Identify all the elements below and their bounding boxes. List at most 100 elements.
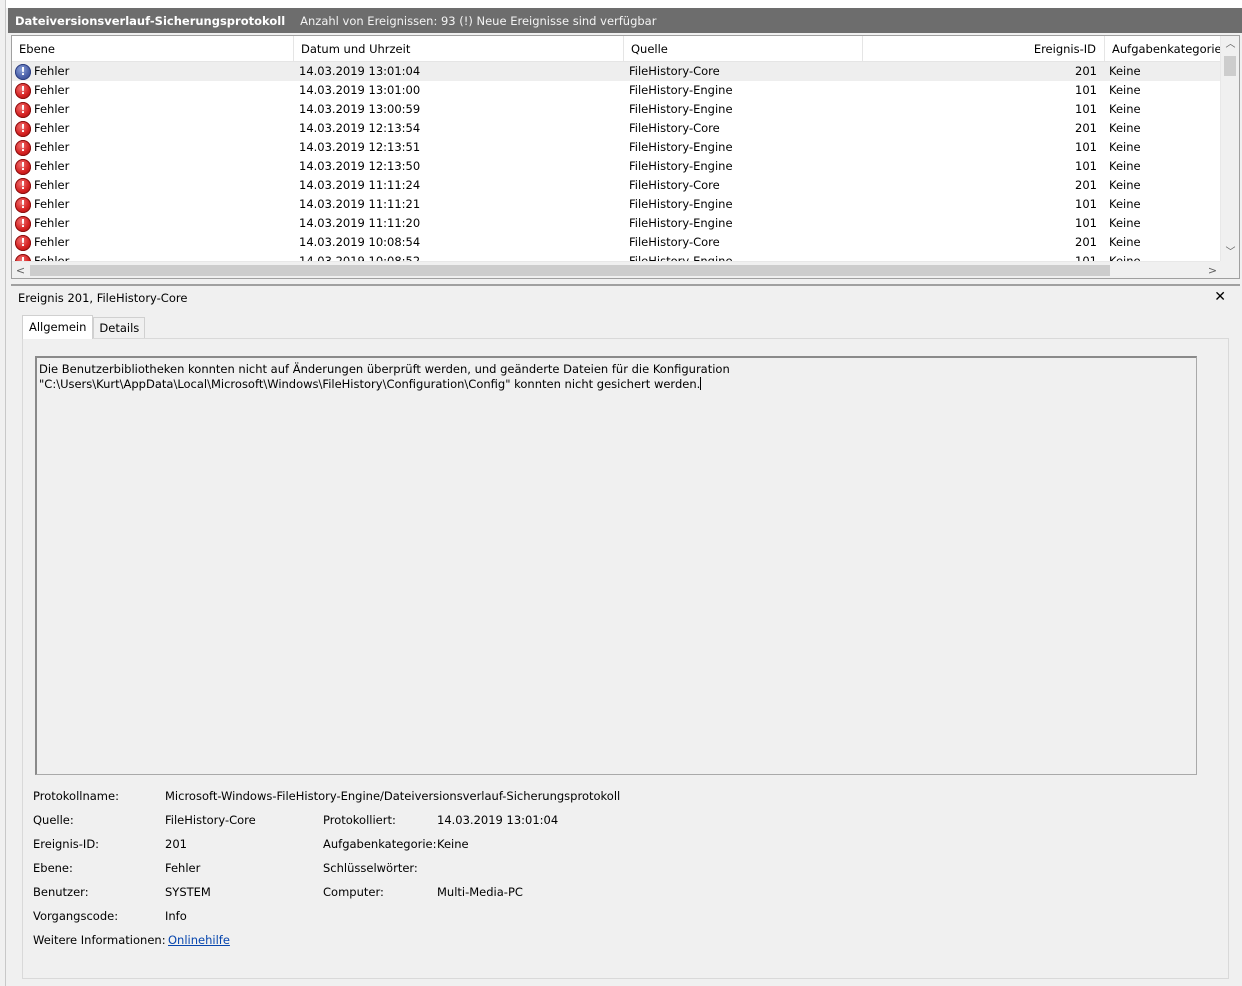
vorgangscode-label: Vorgangscode:	[33, 909, 119, 923]
cell-event-id: 101	[1075, 216, 1097, 230]
cell-source: FileHistory-Engine	[629, 102, 733, 116]
error-icon: !	[15, 196, 31, 213]
cell-category: Keine	[1109, 159, 1141, 173]
table-row[interactable]: ! Fehler 14.03.2019 11:11:24 FileHistory-Co…	[12, 176, 1221, 195]
cell-category: Keine	[1109, 216, 1141, 230]
level-text: Fehler	[34, 178, 70, 192]
cell-date: 14.03.2019 12:13:50	[299, 159, 421, 173]
cell-event-id: 101	[1075, 197, 1097, 211]
error-icon: !	[15, 101, 31, 118]
cell-date: 14.03.2019 10:08:54	[299, 235, 421, 249]
column-header-level[interactable]: Ebene	[12, 36, 294, 62]
scroll-down-icon[interactable]: ﹀	[1221, 244, 1239, 262]
cell-level: ! Fehler	[15, 157, 293, 176]
computer-value: Multi-Media-PC	[437, 885, 523, 899]
benutzer-label: Benutzer:	[33, 885, 89, 899]
cell-date: 14.03.2019 13:01:00	[299, 83, 421, 97]
level-text: Fehler	[34, 83, 70, 97]
ereignisid-label: Ereignis-ID:	[33, 837, 100, 851]
protokolliert-value: 14.03.2019 13:01:04	[437, 813, 559, 827]
horizontal-scrollbar[interactable]: < >	[12, 261, 1221, 278]
window-top-strip	[0, 0, 1242, 8]
table-row[interactable]: ! Fehler 14.03.2019 13:01:00 FileHistory-En…	[12, 81, 1221, 100]
cell-event-id: 201	[1075, 64, 1097, 78]
schluesselwoerter-label: Schlüsselwörter:	[323, 861, 418, 875]
detail-tabs: Allgemein Details	[22, 315, 146, 339]
cell-source: FileHistory-Engine	[629, 140, 733, 154]
error-icon: !	[15, 82, 31, 99]
scroll-up-icon[interactable]: ︿	[1221, 36, 1239, 54]
cell-date: 14.03.2019 13:01:04	[299, 64, 421, 78]
level-text: Fehler	[34, 216, 70, 230]
tab-details[interactable]: Details	[93, 317, 146, 339]
event-rows: ! Fehler 14.03.2019 13:01:04 FileHistory-Co…	[12, 62, 1221, 262]
cell-event-id: 101	[1075, 83, 1097, 97]
protokolliert-label: Protokolliert:	[323, 813, 396, 827]
cell-source: FileHistory-Core	[629, 121, 720, 135]
table-row[interactable]: ! Fehler 14.03.2019 12:13:54 FileHistory-Co…	[12, 119, 1221, 138]
error-icon: !	[15, 215, 31, 232]
scrollbar-corner	[1220, 261, 1239, 278]
aufgabenkategorie-label: Aufgabenkategorie:	[323, 837, 437, 851]
computer-label: Computer:	[323, 885, 384, 899]
column-header-task-category[interactable]: Aufgabenkategorie	[1105, 36, 1221, 62]
cell-category: Keine	[1109, 178, 1141, 192]
table-row[interactable]: ! Fehler 14.03.2019 13:01:04 FileHistory-Co…	[12, 62, 1221, 81]
vertical-scrollbar[interactable]: ︿ ﹀	[1220, 36, 1239, 262]
table-row[interactable]: ! Fehler 14.03.2019 12:13:51 FileHistory-En…	[12, 138, 1221, 157]
cell-level: ! Fehler	[15, 119, 293, 138]
ebene-label: Ebene:	[33, 861, 73, 875]
cell-event-id: 101	[1075, 102, 1097, 116]
cell-source: FileHistory-Engine	[629, 197, 733, 211]
cell-date: 14.03.2019 12:13:54	[299, 121, 421, 135]
cell-date: 14.03.2019 13:00:59	[299, 102, 421, 116]
table-row[interactable]: ! Fehler 14.03.2019 10:08:54 FileHistory-Co…	[12, 233, 1221, 252]
cell-source: FileHistory-Core	[629, 178, 720, 192]
cell-date: 14.03.2019 11:11:20	[299, 216, 421, 230]
column-header-source[interactable]: Quelle	[624, 36, 863, 62]
column-header-row: Ebene Datum und Uhrzeit Quelle Ereignis-…	[12, 36, 1221, 62]
tab-general[interactable]: Allgemein	[22, 315, 94, 339]
column-header-date[interactable]: Datum und Uhrzeit	[294, 36, 624, 62]
table-row[interactable]: ! Fehler 14.03.2019 11:11:20 FileHistory-En…	[12, 214, 1221, 233]
error-icon: !	[15, 158, 31, 175]
close-icon[interactable]: ✕	[1214, 289, 1226, 305]
cell-event-id: 201	[1075, 235, 1097, 249]
cell-source: FileHistory-Core	[629, 64, 720, 78]
horizontal-scroll-thumb[interactable]	[30, 265, 1110, 276]
level-text: Fehler	[34, 102, 70, 116]
log-header-bar: Dateiversionsverlauf-Sicherungsprotokoll…	[8, 8, 1242, 33]
cell-level: ! Fehler	[15, 81, 293, 100]
cell-source: FileHistory-Engine	[629, 159, 733, 173]
weitere-informationen-label: Weitere Informationen:	[33, 933, 166, 947]
cell-category: Keine	[1109, 197, 1141, 211]
event-description-box[interactable]: Die Benutzerbibliotheken konnten nicht a…	[35, 356, 1197, 775]
level-text: Fehler	[34, 235, 70, 249]
cell-date: 14.03.2019 11:11:24	[299, 178, 421, 192]
cell-event-id: 201	[1075, 121, 1097, 135]
scroll-right-icon[interactable]: >	[1204, 262, 1221, 278]
level-text: Fehler	[34, 140, 70, 154]
cell-level: ! Fehler	[15, 176, 293, 195]
cell-level: ! Fehler	[15, 138, 293, 157]
log-title: Dateiversionsverlauf-Sicherungsprotokoll	[15, 13, 286, 28]
table-row[interactable]: ! Fehler 14.03.2019 13:00:59 FileHistory-En…	[12, 100, 1221, 119]
cell-source: FileHistory-Engine	[629, 83, 733, 97]
general-tab-panel: Die Benutzerbibliotheken konnten nicht a…	[22, 338, 1229, 979]
event-list[interactable]: Ebene Datum und Uhrzeit Quelle Ereignis-…	[11, 35, 1240, 279]
column-header-event-id[interactable]: Ereignis-ID	[863, 36, 1105, 62]
event-detail-pane: Ereignis 201, FileHistory-Core ✕ Allgeme…	[11, 284, 1240, 984]
ereignisid-value: 201	[165, 837, 187, 851]
cell-event-id: 201	[1075, 178, 1097, 192]
table-row[interactable]: ! Fehler 14.03.2019 11:11:21 FileHistory-En…	[12, 195, 1221, 214]
scroll-left-icon[interactable]: <	[12, 262, 29, 278]
cell-category: Keine	[1109, 121, 1141, 135]
protokollname-label: Protokollname:	[33, 789, 119, 803]
online-help-link[interactable]: Onlinehilfe	[168, 933, 230, 947]
event-count-info: Anzahl von Ereignissen: 93 (!) Neue Erei…	[300, 13, 657, 28]
cell-category: Keine	[1109, 83, 1141, 97]
text-caret	[700, 377, 702, 390]
event-detail-title: Ereignis 201, FileHistory-Core	[18, 291, 188, 305]
vertical-scroll-thumb[interactable]	[1224, 56, 1236, 76]
table-row[interactable]: ! Fehler 14.03.2019 12:13:50 FileHistory-En…	[12, 157, 1221, 176]
